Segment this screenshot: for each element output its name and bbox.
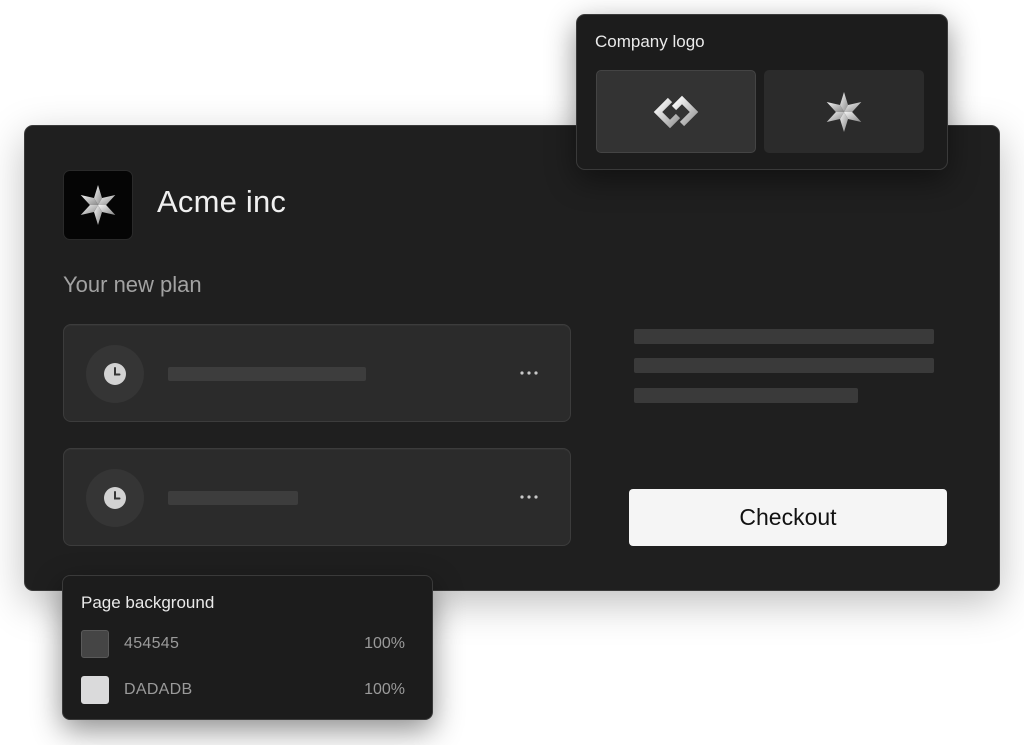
star-logo-icon — [80, 185, 116, 225]
summary-placeholder — [634, 358, 934, 373]
color-hex-value[interactable]: 454545 — [124, 635, 179, 653]
color-opacity-value[interactable]: 100% — [364, 681, 405, 699]
checkout-card: Acme inc Your new plan Checkout — [24, 125, 1000, 591]
plan-item[interactable] — [63, 448, 571, 546]
page-background-picker: Page background 454545 100% DADADB 100% — [62, 575, 433, 720]
color-hex-value[interactable]: DADADB — [124, 681, 192, 699]
star-logo-icon — [826, 91, 862, 132]
company-name: Acme inc — [157, 184, 287, 219]
checkout-button[interactable]: Checkout — [629, 489, 947, 546]
color-opacity-value[interactable]: 100% — [364, 635, 405, 653]
more-horizontal-icon[interactable] — [518, 363, 540, 383]
color-swatch[interactable] — [81, 630, 109, 658]
plan-item[interactable] — [63, 324, 571, 422]
clock-icon — [86, 469, 144, 527]
link-chain-logo-icon — [653, 95, 699, 128]
company-logo — [63, 170, 133, 240]
logo-option-star[interactable] — [764, 70, 924, 153]
text-placeholder — [168, 367, 366, 381]
company-logo-picker: Company logo — [576, 14, 948, 170]
color-row[interactable]: 454545 100% — [81, 630, 405, 658]
summary-placeholder — [634, 329, 934, 344]
plan-heading: Your new plan — [63, 272, 202, 297]
more-horizontal-icon[interactable] — [518, 487, 540, 507]
logo-picker-title: Company logo — [595, 32, 705, 51]
color-row[interactable]: DADADB 100% — [81, 676, 405, 704]
clock-icon — [86, 345, 144, 403]
logo-option-chain[interactable] — [596, 70, 756, 153]
background-picker-title: Page background — [81, 593, 215, 612]
text-placeholder — [168, 491, 298, 505]
color-swatch[interactable] — [81, 676, 109, 704]
summary-placeholder — [634, 388, 858, 403]
